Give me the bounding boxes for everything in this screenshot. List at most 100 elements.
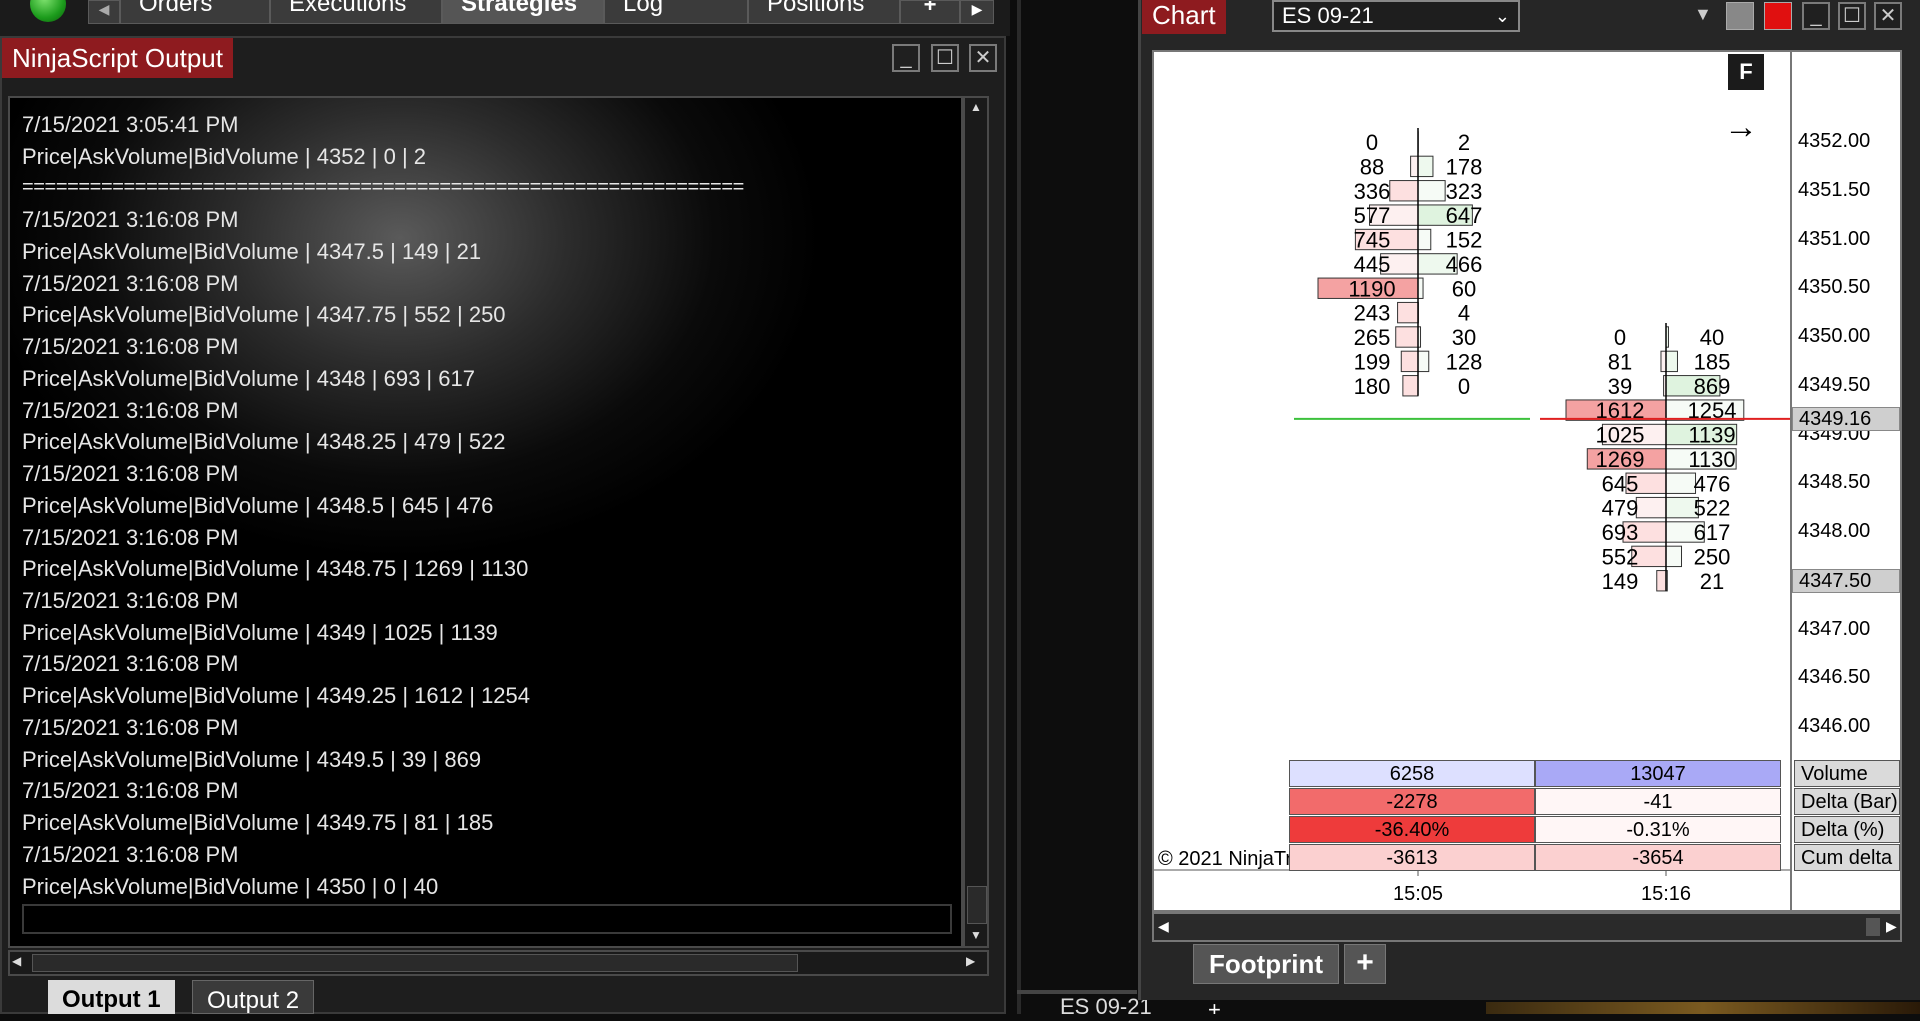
stats-cell: -3654 — [1535, 844, 1781, 871]
stats-row-label: Delta (Bar) — [1794, 788, 1900, 815]
price-axis-label: 4348.50 — [1798, 471, 1870, 494]
output-line: 7/15/2021 3:16:08 PM — [22, 398, 239, 424]
tab-executions[interactable]: Executions — [270, 0, 442, 24]
output-line: 7/15/2021 3:16:08 PM — [22, 651, 239, 677]
scroll-thumb[interactable] — [967, 886, 987, 924]
output-text-area[interactable]: 7/15/2021 3:05:41 PM Price|AskVolume|Bid… — [8, 96, 963, 948]
bid-volume-bar — [1636, 497, 1666, 517]
ask-volume-label: 466 — [1446, 252, 1483, 277]
tab-output-2[interactable]: Output 2 — [192, 980, 314, 1014]
tab-positions[interactable]: Positions — [748, 0, 900, 24]
output-line: Price|AskVolume|BidVolume | 4349 | 1025 … — [22, 620, 498, 646]
price-axis-label: 4346.00 — [1798, 715, 1870, 738]
tab-strategies[interactable]: Strategies — [442, 0, 604, 24]
instrument-selector[interactable]: ES 09-21 ⌄ — [1272, 0, 1520, 32]
ask-volume-bar — [1418, 351, 1429, 371]
ask-volume-label: 21 — [1700, 569, 1724, 594]
price-axis-label: 4346.50 — [1798, 666, 1870, 689]
add-chart-tab-button[interactable]: + — [1344, 944, 1386, 984]
chart-scrollbar[interactable]: ◀ ▶ — [1152, 912, 1902, 942]
close-icon[interactable]: ✕ — [969, 44, 997, 72]
maximize-icon[interactable]: ☐ — [1838, 2, 1866, 30]
ask-volume-label: 40 — [1700, 325, 1724, 350]
background-image — [1486, 1002, 1920, 1014]
bid-volume-label: 693 — [1602, 520, 1639, 545]
output-line: 7/15/2021 3:16:08 PM — [22, 588, 239, 614]
price-axis-label: 4349.50 — [1798, 374, 1870, 397]
tab-log[interactable]: Log — [604, 0, 748, 24]
minimize-icon[interactable]: _ — [1802, 2, 1830, 30]
ask-volume-label: 178 — [1446, 154, 1483, 179]
output-line: Price|AskVolume|BidVolume | 4347.75 | 55… — [22, 302, 506, 328]
add-tab-button[interactable]: + — [900, 0, 960, 24]
ask-volume-label: 1130 — [1688, 447, 1735, 472]
ask-volume-bar — [1418, 156, 1433, 176]
bid-volume-label: 243 — [1354, 301, 1391, 326]
bid-volume-label: 149 — [1602, 569, 1639, 594]
scroll-down-icon[interactable]: ▼ — [967, 928, 985, 942]
add-chart-tab-button[interactable]: + — [1208, 1000, 1234, 1014]
output-line: Price|AskVolume|BidVolume | 4349.25 | 16… — [22, 683, 530, 709]
f-button[interactable]: F — [1728, 54, 1764, 90]
bid-volume-label: 0 — [1614, 325, 1626, 350]
stats-cell: 6258 — [1289, 760, 1535, 787]
vertical-scrollbar[interactable]: ▲ ▼ — [963, 96, 989, 948]
color-swatch-icon[interactable] — [1726, 2, 1754, 30]
bid-volume-label: 645 — [1602, 471, 1639, 496]
ask-volume-label: 323 — [1446, 179, 1483, 204]
ask-volume-label: 647 — [1446, 203, 1483, 228]
stats-row-label: Cum delta — [1794, 844, 1900, 871]
scroll-left-icon[interactable]: ◀ — [12, 954, 21, 968]
bid-volume-label: 265 — [1354, 325, 1391, 350]
close-icon[interactable]: ✕ — [1874, 2, 1902, 30]
ask-volume-label: 152 — [1446, 228, 1483, 253]
ask-volume-label: 0 — [1458, 374, 1470, 399]
stats-row-label: Delta (%) — [1794, 816, 1900, 843]
tab-output-1[interactable]: Output 1 — [48, 980, 175, 1014]
tab-scroll-left-icon[interactable]: ◀ — [88, 0, 120, 24]
scroll-up-icon[interactable]: ▲ — [967, 100, 985, 114]
bid-volume-label: 445 — [1354, 252, 1391, 277]
output-separator: ========================================… — [22, 176, 744, 199]
output-line: 7/15/2021 3:16:08 PM — [22, 334, 239, 360]
ask-volume-bar — [1666, 546, 1682, 566]
bid-volume-bar — [1661, 351, 1666, 371]
window-divider — [1017, 0, 1021, 1014]
ask-volume-label: 30 — [1452, 325, 1476, 350]
scroll-right-icon[interactable]: ▶ — [1886, 918, 1897, 935]
horizontal-scrollbar[interactable]: ◀ ▶ — [8, 950, 989, 976]
stats-cell: -0.31% — [1535, 816, 1781, 843]
minimize-icon[interactable]: _ — [892, 44, 920, 72]
bid-volume-label: 745 — [1354, 228, 1391, 253]
stats-row-label: Volume — [1794, 760, 1900, 787]
maximize-icon[interactable]: ☐ — [931, 44, 959, 72]
bid-volume-bar — [1401, 351, 1418, 371]
bid-volume-bar — [1657, 571, 1666, 591]
output-line: Price|AskVolume|BidVolume | 4348.75 | 12… — [22, 556, 528, 582]
tab-scroll-right-icon[interactable]: ▶ — [960, 0, 994, 24]
bid-volume-label: 88 — [1360, 154, 1384, 179]
link-color-icon[interactable] — [1764, 2, 1792, 30]
ask-volume-label: 476 — [1694, 471, 1731, 496]
bid-volume-bar — [1390, 181, 1418, 201]
scroll-right-icon[interactable]: ▶ — [966, 954, 975, 968]
time-label: 15:05 — [1393, 883, 1443, 905]
scroll-thumb[interactable] — [1866, 918, 1880, 936]
tab-footprint[interactable]: Footprint — [1193, 944, 1339, 984]
price-axis-label: 4348.00 — [1798, 520, 1870, 543]
dropdown-icon[interactable]: ▼ — [1694, 4, 1712, 25]
output-line: 7/15/2021 3:16:08 PM — [22, 525, 239, 551]
scroll-left-icon[interactable]: ◀ — [1158, 918, 1169, 935]
bid-volume-bar — [1403, 376, 1418, 396]
ask-volume-label: 60 — [1452, 276, 1476, 301]
ask-volume-label: 1139 — [1688, 423, 1735, 448]
command-input[interactable] — [22, 904, 952, 934]
time-label: 15:16 — [1641, 883, 1691, 905]
scroll-thumb[interactable] — [32, 954, 798, 972]
ask-volume-bar — [1418, 181, 1445, 201]
output-line: 7/15/2021 3:16:08 PM — [22, 842, 239, 868]
tab-orders[interactable]: Orders — [120, 0, 270, 24]
ask-volume-label: 869 — [1694, 374, 1731, 399]
output-line: Price|AskVolume|BidVolume | 4347.5 | 149… — [22, 239, 481, 265]
ask-volume-bar — [1666, 351, 1677, 371]
